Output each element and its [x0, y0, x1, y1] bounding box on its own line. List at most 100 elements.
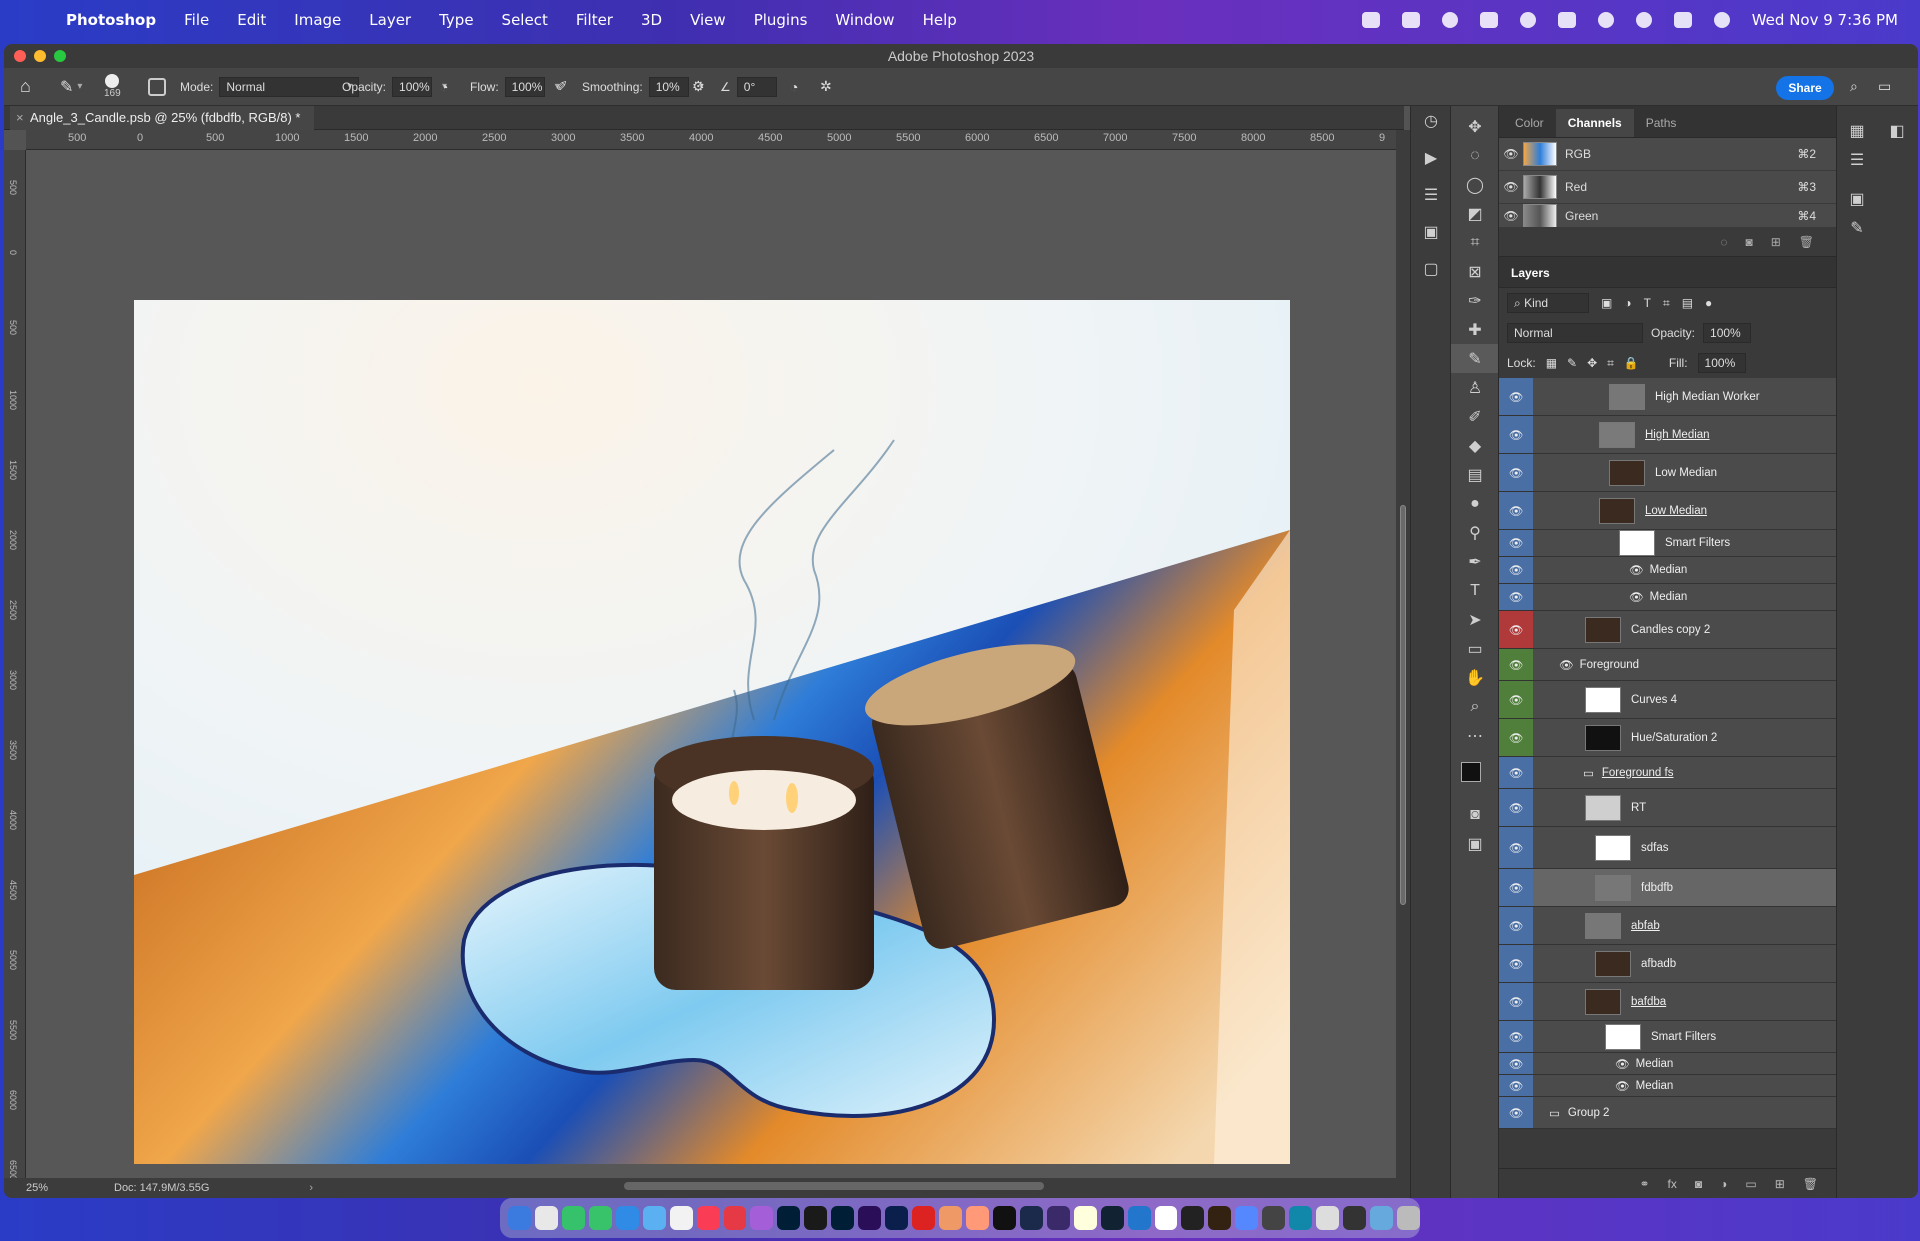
layer-row[interactable]: 👁 High Median Worker: [1499, 378, 1836, 416]
layer-row[interactable]: 👁 High Median: [1499, 416, 1836, 454]
layer-row[interactable]: 👁 Low Median: [1499, 492, 1836, 530]
siri-icon[interactable]: [1713, 12, 1730, 28]
creative-cloud-icon[interactable]: [1441, 12, 1458, 28]
layer-visibility-eye-icon[interactable]: 👁: [1499, 945, 1533, 982]
dock-app-icon[interactable]: [858, 1206, 882, 1230]
add-mask-icon[interactable]: ◙: [1695, 1177, 1702, 1191]
libraries-icon[interactable]: ▦: [1837, 116, 1877, 145]
menu-file[interactable]: File: [170, 11, 223, 29]
layer-row[interactable]: 👁 afbadb: [1499, 945, 1836, 983]
layer-visibility-eye-icon[interactable]: 👁: [1499, 869, 1533, 906]
actions-play-icon[interactable]: ▶: [1411, 143, 1451, 172]
save-selection-icon[interactable]: ◙: [1745, 235, 1752, 249]
layer-thumbnail[interactable]: [1585, 616, 1621, 643]
play-icon[interactable]: [1519, 12, 1536, 28]
opacity-input[interactable]: 100%: [392, 76, 433, 97]
smoothing-input[interactable]: 10%: [648, 76, 689, 97]
scroll-thumb[interactable]: [1400, 505, 1406, 905]
dock-app-icon[interactable]: [1019, 1206, 1043, 1230]
layer-row[interactable]: 👁 👁 Median: [1499, 584, 1836, 611]
dock-app-icon[interactable]: [534, 1206, 558, 1230]
document-canvas[interactable]: [134, 300, 1290, 1164]
adjustments-icon[interactable]: ☰: [1411, 180, 1451, 209]
screen-mode-icon[interactable]: ▣: [1451, 829, 1499, 858]
pixel-filter-icon[interactable]: ▣: [1601, 296, 1612, 310]
screen-icon[interactable]: [1401, 12, 1420, 28]
dock-app-icon[interactable]: [1208, 1206, 1232, 1230]
dock-app-icon[interactable]: [1343, 1206, 1366, 1230]
new-group-icon[interactable]: ▭: [1745, 1177, 1756, 1191]
layer-row[interactable]: 👁 👁 Median: [1499, 557, 1836, 584]
menu-help[interactable]: Help: [909, 11, 971, 29]
layer-thumbnail[interactable]: [1585, 912, 1621, 939]
dock-app-icon[interactable]: [669, 1206, 693, 1230]
filter-eye-icon[interactable]: 👁: [1615, 1079, 1630, 1093]
layer-thumbnail[interactable]: [1595, 874, 1631, 901]
layer-row[interactable]: 👁 Candles copy 2: [1499, 611, 1836, 649]
menu-plugins[interactable]: Plugins: [740, 11, 822, 29]
smart-object-filter-icon[interactable]: ▤: [1682, 296, 1693, 310]
control-center-icon[interactable]: [1673, 12, 1692, 28]
hand-tool-icon[interactable]: ✋: [1451, 663, 1499, 692]
lock-artboard-icon[interactable]: ⌗: [1607, 356, 1614, 371]
type-filter-icon[interactable]: T: [1644, 296, 1651, 310]
fx-icon[interactable]: fx: [1668, 1177, 1677, 1191]
layer-row[interactable]: 👁 Smart Filters: [1499, 530, 1836, 557]
chevron-right-icon[interactable]: ›: [309, 1182, 313, 1194]
clone-stamp-tool-icon[interactable]: ♙: [1451, 373, 1499, 402]
layer-row[interactable]: 👁 Low Median: [1499, 454, 1836, 492]
healing-brush-tool-icon[interactable]: ✚: [1451, 315, 1499, 344]
search-icon[interactable]: ⌕: [1850, 68, 1858, 106]
menu-filter[interactable]: Filter: [562, 11, 627, 29]
menu-app-name[interactable]: Photoshop: [52, 11, 170, 29]
canvas-vertical-scrollbar[interactable]: [1396, 130, 1410, 1198]
dock-app-icon[interactable]: [777, 1206, 801, 1230]
brush-settings-icon[interactable]: [148, 68, 166, 106]
angle-input[interactable]: 0°: [736, 76, 777, 97]
dock-app-icon[interactable]: [615, 1206, 639, 1230]
object-selection-tool-icon[interactable]: ◩: [1451, 199, 1499, 228]
share-button[interactable]: Share: [1776, 76, 1834, 100]
zoom-window-button[interactable]: [54, 50, 66, 62]
layer-visibility-eye-icon[interactable]: 👁: [1499, 1053, 1533, 1074]
marquee-tool-icon[interactable]: ◌: [1451, 141, 1499, 170]
layer-visibility-eye-icon[interactable]: 👁: [1499, 983, 1533, 1020]
tab-paths[interactable]: Paths: [1634, 109, 1689, 137]
layer-thumbnail[interactable]: [1609, 383, 1645, 410]
dock-app-icon[interactable]: [508, 1206, 531, 1230]
channel-row[interactable]: 👁 Red ⌘3: [1499, 171, 1836, 204]
layer-visibility-eye-icon[interactable]: 👁: [1499, 1097, 1533, 1128]
tab-channels[interactable]: Channels: [1555, 109, 1634, 137]
dock-app-icon[interactable]: [1127, 1206, 1151, 1230]
adjustment-filter-icon[interactable]: ◑: [1624, 296, 1631, 310]
close-window-button[interactable]: [14, 50, 26, 62]
learn-icon[interactable]: ◧: [1877, 116, 1917, 145]
eye-icon[interactable]: 👁: [1499, 209, 1523, 223]
gradient-tool-icon[interactable]: ▤: [1451, 460, 1499, 489]
dock-app-icon[interactable]: [992, 1206, 1016, 1230]
layer-thumbnail[interactable]: [1585, 686, 1621, 713]
filter-toggle-icon[interactable]: ●: [1705, 296, 1712, 310]
lock-all-icon[interactable]: 🔒: [1624, 356, 1639, 370]
layers-panel-title[interactable]: Layers: [1499, 256, 1836, 288]
menubar-clock[interactable]: Wed Nov 9 7:36 PM: [1752, 11, 1898, 29]
rectangle-tool-icon[interactable]: ▭: [1451, 634, 1499, 663]
filter-eye-icon[interactable]: 👁: [1629, 590, 1644, 604]
layer-row[interactable]: 👁 ▭ Group 2: [1499, 1097, 1836, 1129]
type-tool-icon[interactable]: T: [1451, 576, 1499, 605]
properties-icon[interactable]: ☰: [1837, 145, 1877, 174]
menu-select[interactable]: Select: [488, 11, 562, 29]
close-tab-icon[interactable]: ×: [16, 106, 24, 130]
dock-app-icon[interactable]: [1046, 1206, 1070, 1230]
load-selection-icon[interactable]: ◌: [1720, 235, 1727, 249]
layer-thumbnail[interactable]: [1599, 421, 1635, 448]
minimize-window-button[interactable]: [34, 50, 46, 62]
layer-visibility-eye-icon[interactable]: 👁: [1499, 611, 1533, 648]
layer-visibility-eye-icon[interactable]: 👁: [1499, 1075, 1533, 1096]
lasso-tool-icon[interactable]: ◯: [1451, 170, 1499, 199]
dock-app-icon[interactable]: [1396, 1206, 1420, 1230]
dock-app-icon[interactable]: [750, 1206, 774, 1230]
move-tool-icon[interactable]: ✥: [1451, 112, 1499, 141]
layer-row[interactable]: 👁 fdbdfb: [1499, 869, 1836, 907]
brush-preset-picker[interactable]: 169: [104, 68, 121, 106]
